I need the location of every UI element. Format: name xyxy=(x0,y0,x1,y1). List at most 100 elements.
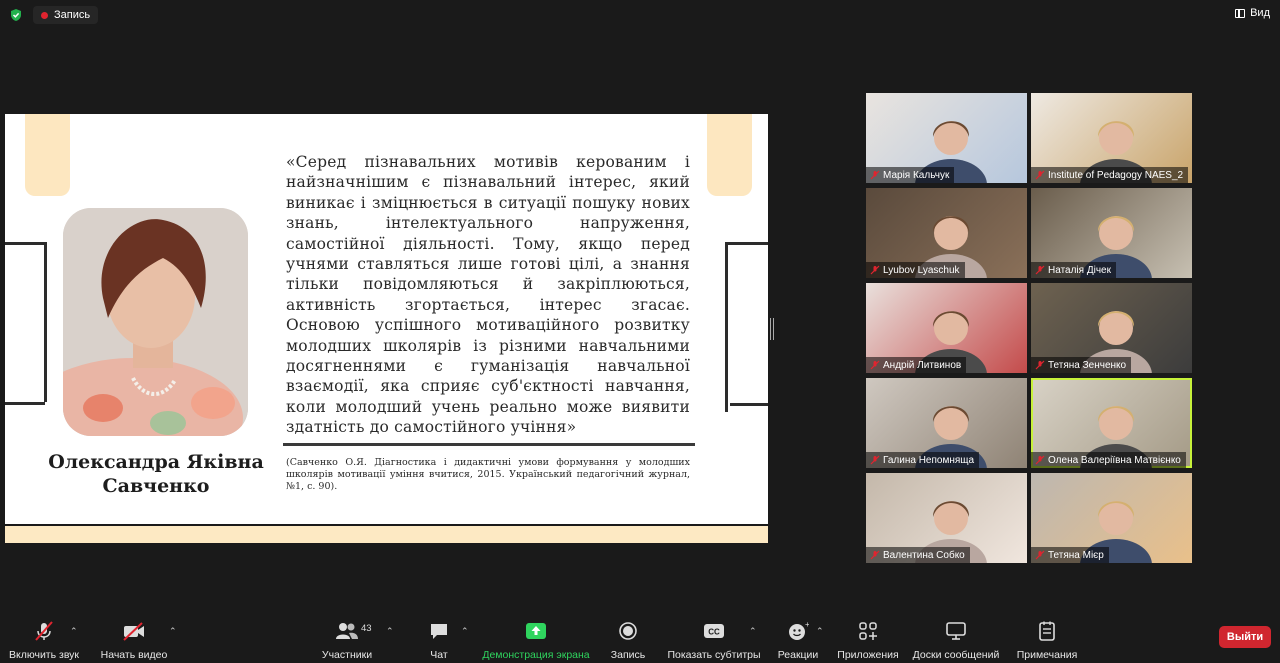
record-button[interactable]: Запись xyxy=(608,610,648,663)
captions-label: Показать субтитры xyxy=(667,649,761,661)
view-button[interactable]: Вид xyxy=(1235,7,1270,19)
author-name-line1: Олександра Яківна xyxy=(48,451,264,473)
participant-name-label: Institute of Pedagogy NAES_2 xyxy=(1031,167,1189,183)
participants-count: 43 xyxy=(361,623,372,634)
participant-tile[interactable]: Олена Валеріївна Матвієнко xyxy=(1031,378,1192,468)
participant-name: Тетяна Мієр xyxy=(1048,549,1104,561)
participant-name-label: Тетяна Зенченко xyxy=(1031,357,1132,373)
mic-muted-icon xyxy=(1035,265,1045,275)
mute-options-caret[interactable]: ⌃ xyxy=(70,626,78,637)
captions-icon: CC xyxy=(699,618,729,644)
mic-muted-icon xyxy=(1035,170,1045,180)
chat-options-caret[interactable]: ⌃ xyxy=(461,626,469,637)
reactions-button[interactable]: + Реакции xyxy=(776,610,820,663)
participant-tile[interactable]: Institute of Pedagogy NAES_2 xyxy=(1031,93,1192,183)
participant-tile[interactable]: Галина Непомняща xyxy=(866,378,1027,468)
participant-name: Institute of Pedagogy NAES_2 xyxy=(1048,169,1184,181)
participant-name-label: Наталія Дічек xyxy=(1031,262,1116,278)
whiteboards-label: Доски сообщений xyxy=(912,649,1000,661)
participants-button[interactable]: Участники xyxy=(318,610,376,663)
resize-handle[interactable] xyxy=(770,318,774,340)
participant-tile[interactable]: Тетяна Зенченко xyxy=(1031,283,1192,373)
participant-name-label: Галина Непомняща xyxy=(866,452,980,468)
shield-icon xyxy=(11,9,21,21)
slide-decor-tab-right xyxy=(707,114,752,196)
participant-tile[interactable]: Валентина Собко xyxy=(866,473,1027,563)
leave-meeting-button[interactable]: Выйти xyxy=(1219,626,1271,648)
participants-label: Участники xyxy=(321,649,373,661)
participant-name: Lyubov Lyaschuk xyxy=(883,264,960,276)
whiteboards-button[interactable]: Доски сообщений xyxy=(908,610,1004,663)
participant-tile[interactable]: Марія Кальчук xyxy=(866,93,1027,183)
mic-muted-icon xyxy=(29,618,59,644)
whiteboard-icon xyxy=(941,618,971,644)
author-name-line2: Савченко xyxy=(102,475,210,497)
recording-indicator[interactable]: Запись xyxy=(33,6,99,24)
slide-divider xyxy=(283,443,695,446)
meeting-toolbar: Включить звук ⌃ Начать видео ⌃ Участники… xyxy=(0,610,1280,663)
participant-name-label: Валентина Собко xyxy=(866,547,970,563)
slide-decor-line-right xyxy=(730,403,768,406)
participant-name: Тетяна Зенченко xyxy=(1048,359,1127,371)
mute-label: Включить звук xyxy=(8,649,80,661)
author-name: Олександра Яківна Савченко xyxy=(45,450,267,498)
video-label: Начать видео xyxy=(100,649,168,661)
mic-muted-icon xyxy=(870,170,880,180)
captions-icon-text: CC xyxy=(708,628,720,637)
mic-muted-icon xyxy=(1035,550,1045,560)
mic-muted-icon xyxy=(870,550,880,560)
participant-name: Олена Валеріївна Матвієнко xyxy=(1048,454,1181,466)
slide-decor-line-left xyxy=(5,402,45,405)
slide-quote: «Серед пізнавальних мотивів керованим і … xyxy=(286,153,690,437)
share-screen-label: Демонстрация экрана xyxy=(482,649,590,661)
slide-decor-tab-left xyxy=(25,114,70,196)
mic-muted-icon xyxy=(870,455,880,465)
participant-name-label: Тетяна Мієр xyxy=(1031,547,1109,563)
reactions-options-caret[interactable]: ⌃ xyxy=(816,626,824,637)
captions-button[interactable]: CC Показать субтитры xyxy=(666,610,762,663)
apps-button[interactable]: Приложения xyxy=(836,610,900,663)
participant-name: Галина Непомняща xyxy=(883,454,975,466)
svg-text:+: + xyxy=(805,621,809,629)
participant-tile[interactable]: Наталія Дічек xyxy=(1031,188,1192,278)
share-screen-button[interactable]: Демонстрация экрана xyxy=(481,610,591,663)
chat-label: Чат xyxy=(430,649,448,661)
notes-button[interactable]: Примечания xyxy=(1013,610,1081,663)
mic-muted-icon xyxy=(870,360,880,370)
mic-muted-icon xyxy=(870,265,880,275)
participants-options-caret[interactable]: ⌃ xyxy=(386,626,394,637)
shared-screen-slide: Олександра Яківна Савченко «Серед пізнав… xyxy=(5,114,768,524)
captions-options-caret[interactable]: ⌃ xyxy=(749,626,757,637)
participant-name-label: Марія Кальчук xyxy=(866,167,955,183)
view-icon xyxy=(1235,8,1246,18)
participant-name-label: Олена Валеріївна Матвієнко xyxy=(1031,452,1186,468)
apps-icon xyxy=(853,618,883,644)
participant-name: Марія Кальчук xyxy=(883,169,950,181)
participant-name-label: Андрій Литвинов xyxy=(866,357,967,373)
participant-tile[interactable]: Тетяна Мієр xyxy=(1031,473,1192,563)
participant-tile[interactable]: Lyubov Lyaschuk xyxy=(866,188,1027,278)
video-options-caret[interactable]: ⌃ xyxy=(169,626,177,637)
participant-name-label: Lyubov Lyaschuk xyxy=(866,262,965,278)
notes-icon xyxy=(1032,618,1062,644)
chat-icon xyxy=(424,618,454,644)
slide-decor-bracket-left xyxy=(5,242,47,402)
recording-label: Запись xyxy=(54,9,91,21)
participant-name: Наталія Дічек xyxy=(1048,264,1111,276)
participant-name: Андрій Литвинов xyxy=(883,359,962,371)
slide-bottom-strip xyxy=(5,526,768,543)
view-label: Вид xyxy=(1250,7,1270,19)
apps-label: Приложения xyxy=(837,649,899,661)
mic-muted-icon xyxy=(1035,455,1045,465)
chat-button[interactable]: Чат xyxy=(424,610,454,663)
record-dot-icon xyxy=(41,11,48,19)
slide-citation: (Савченко О.Я. Діагностика і дидактичні … xyxy=(286,457,690,492)
slide-decor-bracket-right xyxy=(725,242,768,412)
participants-icon xyxy=(332,618,362,644)
camera-off-icon xyxy=(119,618,149,644)
participant-tile[interactable]: Андрій Литвинов xyxy=(866,283,1027,373)
record-label: Запись xyxy=(610,649,646,661)
reactions-label: Реакции xyxy=(777,649,819,661)
video-button[interactable]: Начать видео xyxy=(98,610,170,663)
participant-name: Валентина Собко xyxy=(883,549,965,561)
